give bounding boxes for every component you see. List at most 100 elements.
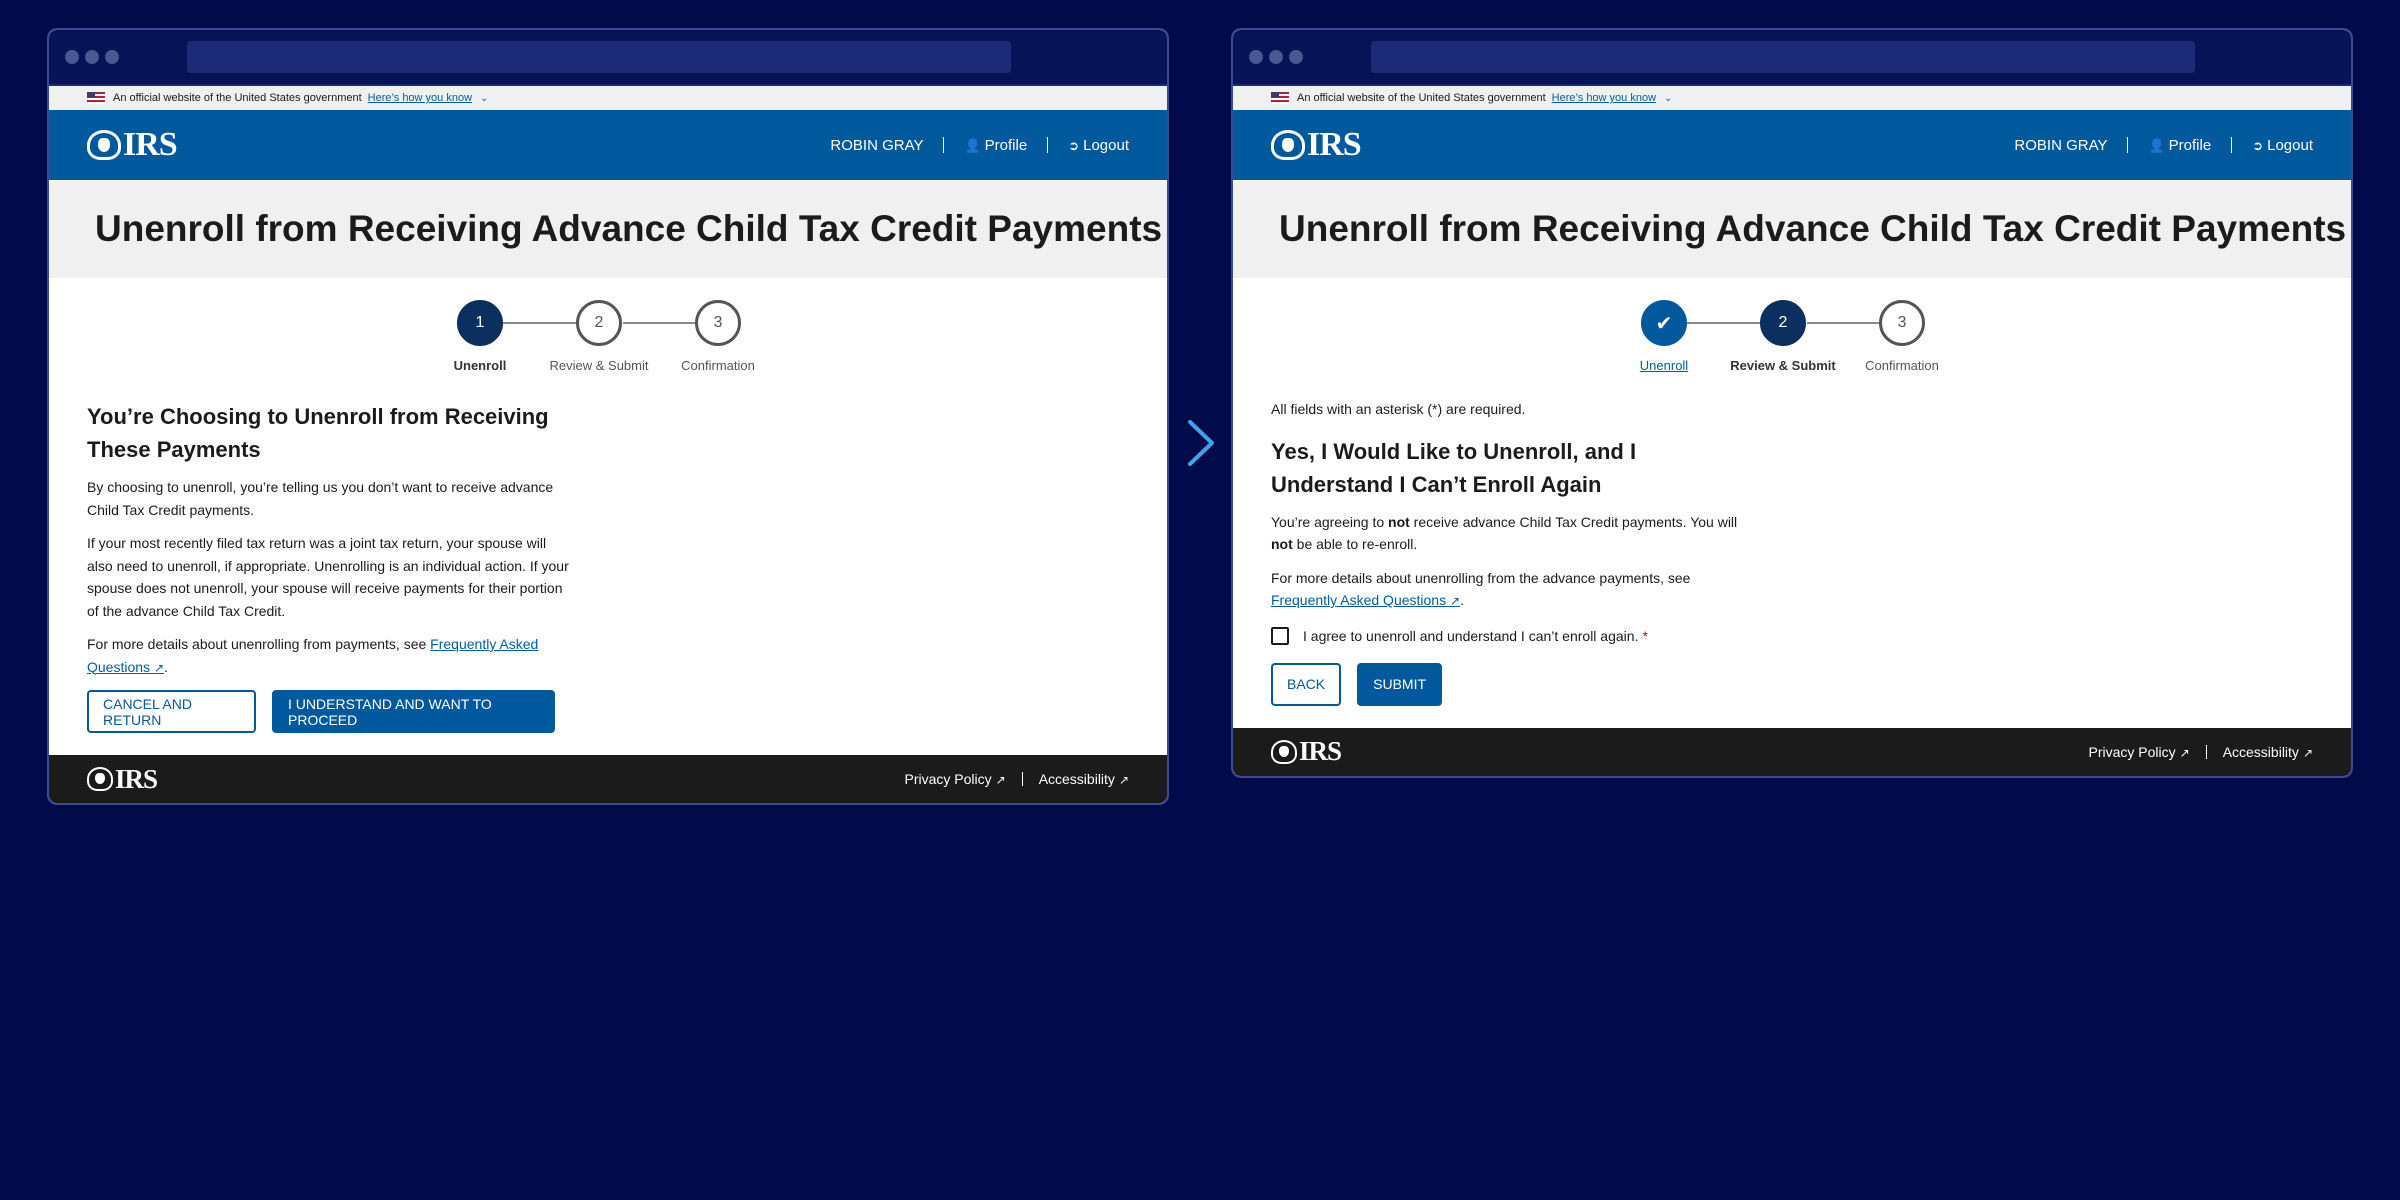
user-icon: 👤	[2148, 137, 2165, 153]
irs-logo[interactable]: IRS	[1271, 126, 1362, 164]
logout-label: Logout	[1083, 136, 1129, 154]
submit-button[interactable]: SUBMIT	[1357, 662, 1443, 706]
paragraph-more-details: For more details about unenrolling from …	[1271, 567, 1755, 613]
accessibility-label: Accessibility	[1038, 771, 1115, 787]
profile-label: Profile	[984, 136, 1028, 154]
how-you-know-link[interactable]: Here’s how you know	[1552, 92, 1656, 104]
logout-icon: ➲	[1068, 137, 1080, 153]
footer-logo-text: IRS	[1299, 736, 1342, 766]
section-heading: You’re Choosing to Unenroll from Receivi…	[87, 404, 549, 462]
footer-irs-logo[interactable]: IRS	[87, 763, 158, 795]
browser-chrome	[1233, 30, 2351, 86]
accessibility-label: Accessibility	[2222, 743, 2299, 760]
step-3-circle: 3	[1879, 300, 1925, 346]
logo-text: IRS	[1307, 126, 1362, 163]
title-band: Unenroll from Receiving Advance Child Ta…	[49, 180, 1167, 278]
button-row: CANCEL AND RETURN I UNDERSTAND AND WANT …	[87, 690, 571, 733]
agreement-checkbox-row[interactable]: I agree to unenroll and understand I can…	[1271, 626, 1755, 645]
nav-divider	[2127, 137, 2129, 153]
faq-link[interactable]: Frequently Asked Questions ↗	[1271, 592, 1460, 608]
step-3-circle: 3	[695, 300, 741, 346]
privacy-label: Privacy Policy	[2088, 743, 2176, 760]
logout-label: Logout	[2267, 136, 2313, 154]
eagle-icon	[1271, 130, 1305, 160]
title-band: Unenroll from Receiving Advance Child Ta…	[1233, 180, 2351, 278]
main-content: You’re Choosing to Unenroll from Receivi…	[49, 388, 609, 733]
footer-divider	[2205, 744, 2207, 759]
footer-links: Privacy Policy ↗ Accessibility ↗	[904, 771, 1129, 787]
back-button[interactable]: BACK	[1271, 662, 1342, 706]
agreement-emphasis: not	[1388, 513, 1410, 530]
logout-icon: ➲	[2252, 137, 2264, 153]
gov-banner: An official website of the United States…	[1233, 86, 2351, 110]
logout-link[interactable]: ➲ Logout	[1068, 137, 1129, 154]
step-indicator: ✔ 2 3 Unenroll Review & Submit Confirmat…	[1233, 278, 2351, 388]
details-prefix: For more details about unenrolling from …	[87, 636, 431, 652]
section-heading: Yes, I Would Like to Unenroll, and I Und…	[1271, 438, 1637, 497]
browser-window-review: An official website of the United States…	[1231, 28, 2353, 778]
paragraph-joint-return: If your most recently filed tax return w…	[87, 535, 569, 619]
step-1-complete-circle[interactable]: ✔	[1641, 300, 1687, 346]
address-bar[interactable]	[1371, 41, 2195, 73]
window-dot	[65, 50, 79, 64]
faq-link-text: Frequently Asked Questions	[1271, 592, 1447, 608]
how-you-know-link[interactable]: Here’s how you know	[368, 92, 472, 104]
checkmark-icon: ✔	[1655, 312, 1673, 335]
us-flag-icon	[1271, 92, 1289, 104]
accessibility-link[interactable]: Accessibility ↗	[1039, 771, 1129, 787]
chevron-down-icon[interactable]: ⌄	[480, 93, 488, 104]
external-link-icon: ↗	[2179, 745, 2190, 760]
step-1-circle: 1	[457, 300, 503, 346]
button-row: BACK SUBMIT	[1271, 662, 1755, 706]
irs-logo[interactable]: IRS	[87, 126, 178, 164]
user-icon: 👤	[964, 137, 981, 153]
required-asterisk: *	[1642, 627, 1648, 644]
period: .	[1460, 592, 1464, 608]
logout-link[interactable]: ➲ Logout	[2252, 137, 2313, 154]
address-bar[interactable]	[187, 41, 1011, 73]
window-dot	[85, 50, 99, 64]
accessibility-link[interactable]: Accessibility ↗	[2223, 744, 2313, 760]
details-prefix: For more details about unenrolling from …	[1271, 569, 1691, 586]
logo-text: IRS	[123, 126, 178, 163]
profile-link[interactable]: 👤 Profile	[964, 137, 1027, 154]
profile-link[interactable]: 👤 Profile	[2148, 137, 2211, 154]
site-header: IRS ROBIN GRAY 👤 Profile ➲ Logout	[49, 110, 1167, 180]
window-dot	[1269, 50, 1283, 64]
chevron-down-icon[interactable]: ⌄	[1664, 93, 1672, 104]
agreement-emphasis: not	[1271, 536, 1293, 552]
step-2-circle: 2	[576, 300, 622, 346]
gov-banner: An official website of the United States…	[49, 86, 1167, 110]
privacy-policy-link[interactable]: Privacy Policy ↗	[904, 771, 1005, 787]
step-indicator: 1 2 3 Unenroll Review & Submit Confirmat…	[49, 278, 1167, 388]
cancel-and-return-button[interactable]: CANCEL AND RETURN	[87, 690, 257, 733]
footer-irs-logo[interactable]: IRS	[1271, 736, 1342, 767]
page-title: Unenroll from Receiving Advance Child Ta…	[95, 208, 1163, 249]
external-link-icon: ↗	[1118, 773, 1129, 787]
checkbox-label[interactable]: I agree to unenroll and understand I can…	[1303, 628, 1638, 644]
privacy-policy-link[interactable]: Privacy Policy ↗	[2088, 744, 2189, 760]
header-nav: ROBIN GRAY 👤 Profile ➲ Logout	[2014, 137, 2313, 154]
footer-logo-text: IRS	[115, 763, 158, 794]
external-link-icon: ↗	[995, 773, 1006, 787]
agreement-text: You’re agreeing to	[1271, 513, 1389, 530]
site-footer: IRS Privacy Policy ↗ Accessibility ↗	[1233, 727, 2351, 776]
proceed-button[interactable]: I UNDERSTAND AND WANT TO PROCEED	[272, 690, 555, 733]
gov-banner-text: An official website of the United States…	[1297, 92, 1546, 104]
eagle-icon	[1271, 739, 1297, 764]
paragraph-unenroll-meaning: By choosing to unenroll, you’re telling …	[87, 479, 554, 518]
external-link-icon: ↗	[2302, 745, 2313, 760]
browser-chrome	[49, 30, 1167, 86]
site-footer: IRS Privacy Policy ↗ Accessibility ↗	[49, 755, 1167, 803]
nav-divider	[2231, 137, 2233, 153]
step-3-label: Confirmation	[681, 358, 755, 373]
nav-divider	[943, 137, 945, 153]
header-nav: ROBIN GRAY 👤 Profile ➲ Logout	[830, 137, 1129, 154]
agreement-checkbox[interactable]	[1271, 626, 1289, 645]
nav-divider	[1047, 137, 1049, 153]
user-name: ROBIN GRAY	[830, 136, 924, 154]
us-flag-icon	[87, 92, 105, 104]
step-3-label: Confirmation	[1865, 358, 1939, 373]
